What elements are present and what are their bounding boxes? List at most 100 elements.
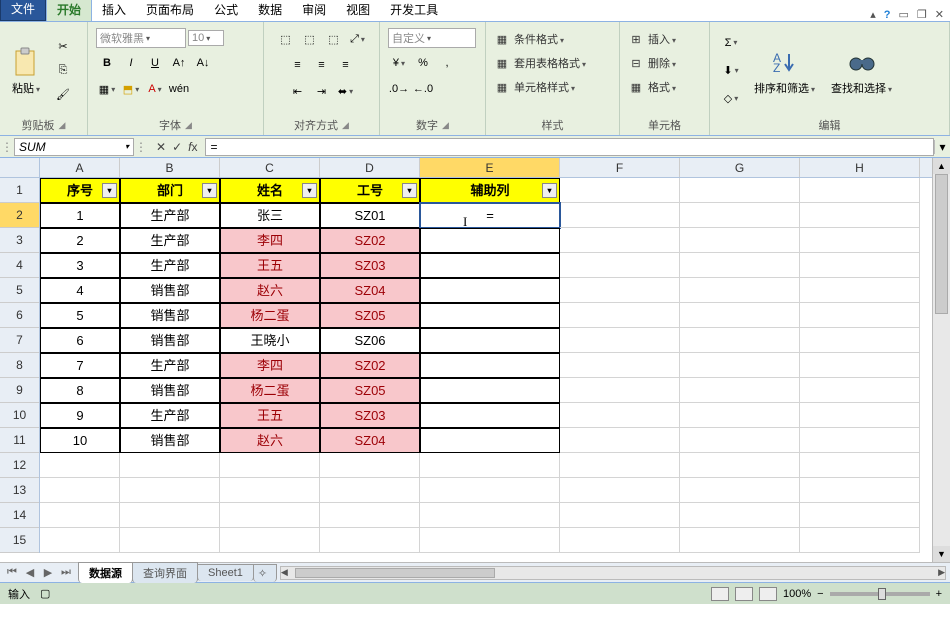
cell[interactable]: 10 — [40, 428, 120, 453]
cell[interactable] — [320, 453, 420, 478]
row-header[interactable]: 2 — [0, 203, 39, 228]
format-cells-button[interactable]: ▦格式 — [628, 78, 676, 96]
cell[interactable] — [680, 228, 800, 253]
cell[interactable]: SZ02 — [320, 353, 420, 378]
cell[interactable]: 姓名▾ — [220, 178, 320, 203]
row-header[interactable]: 10 — [0, 403, 39, 428]
tab-data[interactable]: 数据 — [248, 0, 292, 21]
cell-styles-button[interactable]: ▦单元格样式 — [494, 78, 575, 96]
zoom-out-button[interactable]: − — [817, 588, 823, 600]
align-bottom-icon[interactable]: ⬚ — [323, 28, 345, 50]
cell[interactable] — [120, 528, 220, 553]
clear-button[interactable]: ◇ — [720, 88, 742, 110]
cell[interactable] — [320, 528, 420, 553]
row-header[interactable]: 4 — [0, 253, 39, 278]
tab-review[interactable]: 审阅 — [292, 0, 336, 21]
align-launcher-icon[interactable]: ◢ — [342, 120, 349, 131]
cell[interactable]: 工号▾ — [320, 178, 420, 203]
sheet-nav-buttons[interactable]: ⏮◀▶⏭ — [0, 566, 78, 579]
row-header[interactable]: 12 — [0, 453, 39, 478]
cell[interactable] — [680, 203, 800, 228]
underline-button[interactable]: U — [144, 52, 166, 74]
cell[interactable]: 销售部 — [120, 278, 220, 303]
clipboard-launcher-icon[interactable]: ◢ — [59, 120, 66, 131]
merge-center-button[interactable]: ⬌ — [335, 80, 357, 102]
help-icon[interactable]: ? — [884, 9, 891, 21]
cell[interactable] — [560, 478, 680, 503]
cell[interactable]: 生产部 — [120, 228, 220, 253]
tab-file[interactable]: 文件 — [0, 0, 46, 21]
cell[interactable] — [420, 428, 560, 453]
cell[interactable]: 赵六 — [220, 428, 320, 453]
cell[interactable]: 8 — [40, 378, 120, 403]
filter-button[interactable]: ▾ — [102, 183, 117, 198]
cell[interactable] — [560, 403, 680, 428]
cell[interactable] — [680, 303, 800, 328]
namebox-expand-handle[interactable]: ⋮ — [0, 140, 14, 154]
sort-filter-button[interactable]: AZ 排序和筛选 — [748, 44, 821, 98]
cell[interactable] — [560, 428, 680, 453]
align-right-icon[interactable]: ≡ — [335, 54, 357, 76]
copy-icon[interactable]: ⎘ — [52, 60, 74, 82]
bold-button[interactable]: B — [96, 52, 118, 74]
cell[interactable] — [120, 453, 220, 478]
fill-color-button[interactable]: ⬒ — [120, 78, 142, 100]
cell[interactable] — [560, 503, 680, 528]
cell[interactable] — [220, 503, 320, 528]
cell[interactable]: SZ02 — [320, 228, 420, 253]
cell[interactable] — [320, 503, 420, 528]
cell[interactable] — [40, 478, 120, 503]
insert-cells-button[interactable]: ⊞插入 — [628, 30, 676, 48]
cell[interactable]: 9 — [40, 403, 120, 428]
tab-home[interactable]: 开始 — [46, 0, 92, 21]
cell[interactable]: 杨二蛋 — [220, 303, 320, 328]
formula-cancel-icon[interactable]: ✕ — [156, 140, 166, 154]
comma-icon[interactable]: , — [436, 52, 458, 74]
sheet-tab-sheet1[interactable]: Sheet1 — [197, 564, 254, 581]
filter-button[interactable]: ▾ — [402, 183, 417, 198]
cell[interactable] — [800, 228, 920, 253]
cell[interactable] — [800, 278, 920, 303]
cell[interactable]: 销售部 — [120, 378, 220, 403]
cell[interactable] — [800, 403, 920, 428]
cell[interactable] — [560, 328, 680, 353]
cell[interactable]: 王五 — [220, 253, 320, 278]
phonetic-button[interactable]: wén — [168, 78, 190, 100]
cell[interactable] — [560, 178, 680, 203]
currency-icon[interactable]: ¥ — [388, 52, 410, 74]
cell[interactable]: SZ04 — [320, 428, 420, 453]
cut-icon[interactable]: ✂ — [52, 36, 74, 58]
cell[interactable]: 王晓小 — [220, 328, 320, 353]
row-header[interactable]: 5 — [0, 278, 39, 303]
cell[interactable] — [680, 453, 800, 478]
sheet-tab-data-source[interactable]: 数据源 — [78, 562, 133, 583]
fill-button[interactable]: ⬇ — [720, 60, 742, 82]
cell[interactable]: 李四 — [220, 353, 320, 378]
cell[interactable] — [420, 528, 560, 553]
number-format-select[interactable]: 自定义 — [388, 28, 476, 48]
cell[interactable]: SZ06 — [320, 328, 420, 353]
col-header-G[interactable]: G — [680, 158, 800, 177]
font-size-select[interactable]: 10 — [188, 30, 224, 46]
new-sheet-button[interactable]: ✧ — [253, 564, 277, 582]
col-header-E[interactable]: E — [420, 158, 560, 177]
cell[interactable] — [680, 178, 800, 203]
cell[interactable] — [800, 203, 920, 228]
align-middle-icon[interactable]: ⬚ — [299, 28, 321, 50]
cell[interactable] — [560, 378, 680, 403]
cell[interactable] — [420, 378, 560, 403]
column-headers[interactable]: ABCDEFGH — [40, 158, 932, 178]
cell[interactable]: SZ04 — [320, 278, 420, 303]
cell[interactable] — [220, 528, 320, 553]
cell[interactable] — [320, 478, 420, 503]
cell[interactable] — [40, 453, 120, 478]
cell[interactable]: SZ05 — [320, 378, 420, 403]
formula-expand-icon[interactable]: ▾ — [934, 140, 950, 154]
vertical-scrollbar[interactable]: ▲ ▼ — [932, 158, 950, 562]
zoom-slider[interactable] — [830, 592, 930, 596]
cell[interactable] — [680, 403, 800, 428]
row-header[interactable]: 9 — [0, 378, 39, 403]
autosum-button[interactable]: Σ — [720, 32, 742, 54]
cell[interactable] — [40, 503, 120, 528]
col-header-C[interactable]: C — [220, 158, 320, 177]
